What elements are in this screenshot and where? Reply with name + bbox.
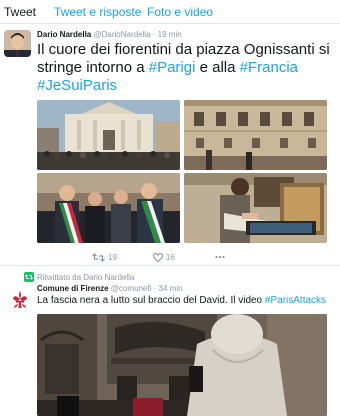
retweeted-by[interactable]: Ritwittato da Dario Nardella xyxy=(37,273,134,283)
more-icon xyxy=(215,255,225,259)
more-button[interactable] xyxy=(215,255,225,259)
retweet-icon xyxy=(92,252,105,262)
tweet-text: La fascia nera a lutto sul braccio del D… xyxy=(37,295,337,307)
media-photo[interactable] xyxy=(184,173,327,243)
tweet-item[interactable]: Ritwittato da Dario Nardella Comune di F… xyxy=(0,267,340,416)
hashtag-link[interactable]: #Parigi xyxy=(149,59,196,76)
media-video[interactable] xyxy=(37,314,327,416)
separator: · xyxy=(153,284,157,293)
author-name[interactable]: Dario Nardella xyxy=(37,30,91,39)
avatar[interactable] xyxy=(9,289,31,311)
media-photo[interactable] xyxy=(37,173,180,243)
tweet-text-part: La fascia nera a lutto sul braccio del D… xyxy=(37,295,265,306)
timestamp[interactable]: 34 min xyxy=(159,284,183,293)
retweet-icon xyxy=(24,272,34,282)
retweet-count: 19 xyxy=(108,252,117,262)
like-button[interactable]: 16 xyxy=(152,252,175,262)
author-handle[interactable]: @DarioNardella xyxy=(93,30,150,39)
media-photo[interactable] xyxy=(184,100,327,170)
tab-photo-video[interactable]: Foto e video xyxy=(147,1,213,23)
tab-tweet[interactable]: Tweet xyxy=(4,1,36,23)
tweet-header: Dario Nardella @DarioNardella · 19 min xyxy=(37,30,182,40)
tweet-text: Il cuore dei fiorentini da piazza Ogniss… xyxy=(37,41,337,95)
tweet-header: Comune di Firenze @comunefi · 34 min xyxy=(37,284,183,294)
author-name[interactable]: Comune di Firenze xyxy=(37,284,109,293)
avatar[interactable] xyxy=(4,30,31,57)
tab-tweet-replies[interactable]: Tweet e risposte xyxy=(54,1,141,23)
hashtag-link[interactable]: #JeSuiParis xyxy=(37,77,117,94)
tweet-item[interactable]: Dario Nardella @DarioNardella · 19 min I… xyxy=(0,25,340,266)
tweet-text-part: e alla xyxy=(195,59,240,76)
timestamp[interactable]: 19 min xyxy=(158,30,182,39)
media-photo[interactable] xyxy=(37,100,180,170)
separator: · xyxy=(152,30,156,39)
tweet-actions: 19 16 xyxy=(92,250,225,264)
retweet-button[interactable]: 19 xyxy=(92,253,117,262)
like-count: 16 xyxy=(165,252,175,262)
hashtag-link[interactable]: #ParisAttacks xyxy=(265,295,326,306)
hashtag-link[interactable]: #Francia xyxy=(240,59,298,76)
author-handle[interactable]: @comunefi xyxy=(111,284,152,293)
profile-tabs: Tweet Tweet e risposte Foto e video xyxy=(0,0,340,24)
heart-icon xyxy=(152,252,163,262)
fleur-de-lis-icon xyxy=(13,291,27,308)
